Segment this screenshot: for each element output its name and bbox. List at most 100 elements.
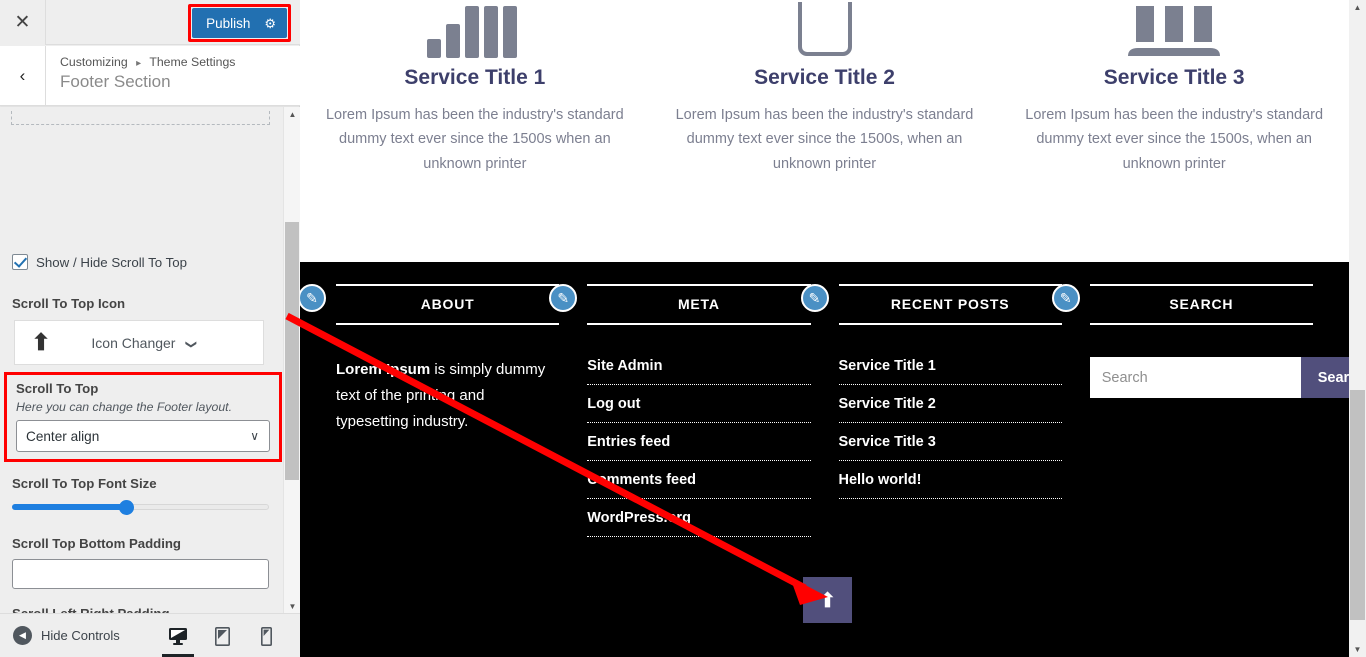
site-preview: Service Title 1 Lorem Ipsum has been the… xyxy=(300,0,1349,657)
checkbox-icon[interactable] xyxy=(12,254,28,270)
service-title: Service Title 1 xyxy=(404,66,546,89)
scroll-down-arrow-icon[interactable]: ▼ xyxy=(1349,642,1366,657)
list-item[interactable]: Service Title 3 xyxy=(838,423,1062,461)
page-title: Footer Section xyxy=(60,72,171,91)
show-hide-scroll-to-top-checkbox[interactable]: Show / Hide Scroll To Top xyxy=(12,254,187,270)
service-card: Service Title 3 Lorem Ipsum has been the… xyxy=(999,0,1349,262)
meta-links: Site Admin Log out Entries feed Comments… xyxy=(587,347,811,537)
scroll-to-top-icon-label: Scroll To Top Icon xyxy=(12,296,126,311)
footer-columns: ✎ ABOUT Lorem Ipsum is simply dummy text… xyxy=(300,262,1349,537)
breadcrumb-root[interactable]: Customizing xyxy=(60,55,128,69)
gear-icon[interactable]: ⚙ xyxy=(264,17,276,30)
footer-column-recent-posts: ✎ RECENT POSTS Service Title 1 Service T… xyxy=(800,262,1076,537)
divider xyxy=(838,323,1062,325)
icon-changer-picker[interactable]: ⬆ Icon Changer ❯ xyxy=(14,320,264,365)
scroll-to-top-font-size-label: Scroll To Top Font Size xyxy=(12,476,157,491)
divider xyxy=(1089,323,1313,325)
rounded-square-icon xyxy=(672,0,978,58)
show-hide-scroll-to-top-label: Show / Hide Scroll To Top xyxy=(36,254,188,270)
publish-button[interactable]: Publish ⚙ xyxy=(192,8,287,38)
customizer-topbar: ✕ Publish ⚙ xyxy=(0,0,300,45)
arrow-up-icon: ⬆ xyxy=(819,589,836,612)
back-chevron-icon[interactable]: ‹ xyxy=(0,46,46,105)
service-title: Service Title 3 xyxy=(1103,66,1245,89)
service-card: Service Title 1 Lorem Ipsum has been the… xyxy=(300,0,650,262)
footer-column-title: ABOUT xyxy=(420,296,475,312)
scroll-to-top-highlight-box: Scroll To Top Here you can change the Fo… xyxy=(4,372,282,462)
services-section: Service Title 1 Lorem Ipsum has been the… xyxy=(300,0,1349,262)
tablet-icon[interactable] xyxy=(200,614,244,657)
recent-posts-links: Service Title 1 Service Title 2 Service … xyxy=(838,347,1062,499)
page-scrollbar[interactable]: ▲ ▼ xyxy=(1349,0,1366,657)
close-icon[interactable]: ✕ xyxy=(0,0,46,45)
breadcrumb-separator-icon: ▸ xyxy=(136,58,142,69)
slider-thumb[interactable] xyxy=(119,500,134,515)
list-item[interactable]: Site Admin xyxy=(587,347,811,385)
scroll-top-bottom-padding-label: Scroll Top Bottom Padding xyxy=(12,536,181,551)
scroll-top-bottom-padding-input[interactable] xyxy=(12,559,269,589)
service-card: Service Title 2 Lorem Ipsum has been the… xyxy=(650,0,1000,262)
footer-column-title: META xyxy=(677,296,720,312)
scroll-to-top-button[interactable]: ⬆ xyxy=(803,577,852,623)
footer-column-title: RECENT POSTS xyxy=(890,296,1010,312)
footer-column-header: META xyxy=(587,284,811,325)
scroll-to-top-align-value: Center align xyxy=(26,428,100,444)
list-item[interactable]: Entries feed xyxy=(587,423,811,461)
divider xyxy=(336,323,560,325)
list-item[interactable]: Log out xyxy=(587,385,811,423)
edit-pencil-icon[interactable]: ✎ xyxy=(300,284,326,312)
bar-chart-icon xyxy=(322,0,628,58)
scroll-to-top-align-select[interactable]: Center align ∨ xyxy=(16,420,270,452)
footer-column-header: SEARCH xyxy=(1089,284,1313,325)
service-text: Lorem Ipsum has been the industry's stan… xyxy=(675,107,974,172)
breadcrumb: Customizing ▸ Theme Settings xyxy=(60,55,235,69)
caret-left-icon: ◀ xyxy=(13,626,32,645)
icon-changer-label: Icon Changer ❯ xyxy=(67,335,263,351)
customizer-sidebar: ✕ Publish ⚙ ‹ Customizing ▸ Theme Settin… xyxy=(0,0,300,657)
search-input[interactable] xyxy=(1089,357,1301,398)
mobile-icon[interactable] xyxy=(244,614,288,657)
edit-pencil-icon[interactable]: ✎ xyxy=(549,284,578,312)
publish-highlight-box: Publish ⚙ xyxy=(188,4,291,42)
site-footer: ✎ ABOUT Lorem Ipsum is simply dummy text… xyxy=(300,262,1349,657)
footer-column-header: ABOUT xyxy=(336,284,560,325)
footer-column-search: ✎ SEARCH Search xyxy=(1051,262,1349,537)
icon-changer-text: Icon Changer xyxy=(91,334,176,351)
scroll-left-right-padding-label: Scroll Left Right Padding xyxy=(12,606,170,613)
customizer-bottom-bar: ◀ Hide Controls xyxy=(0,613,300,657)
controls-panel: Show / Hide Scroll To Top Scroll To Top … xyxy=(0,107,283,613)
sidebar-scrollbar-thumb[interactable] xyxy=(285,222,299,480)
chevron-down-icon: ∨ xyxy=(250,429,259,443)
divider xyxy=(587,323,811,325)
list-item[interactable]: Service Title 1 xyxy=(838,347,1062,385)
footer-column-meta: ✎ META Site Admin Log out Entries feed C… xyxy=(549,262,824,537)
dashed-placeholder xyxy=(11,111,270,125)
hide-controls-label: Hide Controls xyxy=(41,628,120,643)
search-button[interactable]: Search xyxy=(1300,357,1349,398)
edit-pencil-icon[interactable]: ✎ xyxy=(800,284,829,312)
breadcrumb-current[interactable]: Theme Settings xyxy=(149,55,235,69)
server-rack-icon xyxy=(1021,0,1327,58)
edit-pencil-icon[interactable]: ✎ xyxy=(1051,284,1080,312)
desktop-icon[interactable] xyxy=(156,614,200,657)
scroll-up-arrow-icon[interactable]: ▲ xyxy=(1349,0,1366,15)
sidebar-scrollbar[interactable]: ▲ ▼ xyxy=(283,107,300,613)
arrow-up-icon: ⬆ xyxy=(31,329,51,355)
scroll-to-top-description: Here you can change the Footer layout. xyxy=(16,400,233,414)
service-text: Lorem Ipsum has been the industry's stan… xyxy=(1025,107,1324,172)
list-item[interactable]: Service Title 2 xyxy=(838,385,1062,423)
hide-controls-button[interactable]: ◀ Hide Controls xyxy=(13,626,120,645)
list-item[interactable]: Comments feed xyxy=(587,461,811,499)
scroll-to-top-font-size-slider[interactable] xyxy=(12,500,269,515)
device-preview-switcher xyxy=(156,614,288,657)
footer-column-header: RECENT POSTS xyxy=(838,284,1062,325)
scroll-down-arrow-icon[interactable]: ▼ xyxy=(284,599,301,613)
list-item[interactable]: Hello world! xyxy=(838,461,1062,499)
publish-button-label: Publish xyxy=(206,15,251,31)
page-scrollbar-thumb[interactable] xyxy=(1350,390,1365,620)
scroll-to-top-title: Scroll To Top xyxy=(16,381,99,396)
about-text-bold: Lorem Ipsum xyxy=(336,361,431,378)
scroll-up-arrow-icon[interactable]: ▲ xyxy=(284,107,301,121)
list-item[interactable]: WordPress.org xyxy=(587,499,811,537)
slider-fill xyxy=(12,504,128,510)
